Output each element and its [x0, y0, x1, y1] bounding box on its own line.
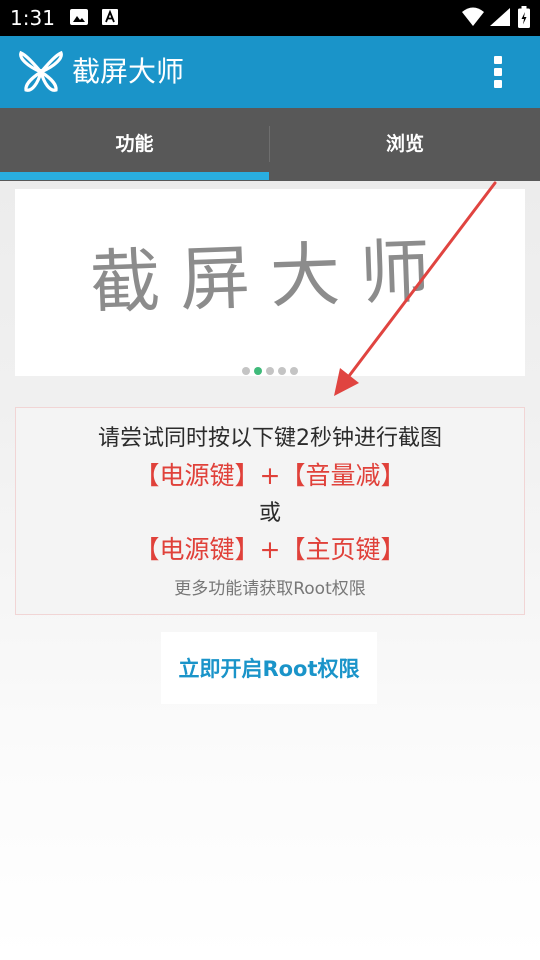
app-logo-icon [19, 50, 63, 92]
status-time: 1:31 [10, 6, 55, 30]
carousel-dot-active [254, 367, 262, 375]
signal-icon [490, 8, 510, 26]
instruction-card: 请尝试同时按以下键2秒钟进行截图 【电源键】+【音量减】 或 【电源键】+【主页… [15, 407, 525, 615]
carousel-dot [278, 367, 286, 375]
banner-text: 截屏大师 [88, 229, 452, 325]
tab-features[interactable]: 功能 [0, 108, 269, 181]
tab-bar: 功能 浏览 [0, 108, 540, 181]
text-a-icon [102, 9, 118, 25]
wifi-icon [462, 7, 484, 26]
carousel-dot [242, 367, 250, 375]
key-combo-power-volume-down: 【电源键】+【音量减】 [134, 461, 406, 490]
root-hint-text: 更多功能请获取Root权限 [174, 579, 366, 599]
carousel-dot [266, 367, 274, 375]
overflow-menu-icon[interactable] [486, 54, 510, 90]
tab-selected-indicator [0, 172, 269, 180]
or-text: 或 [258, 501, 281, 526]
tab-browse[interactable]: 浏览 [270, 108, 540, 181]
instruction-text: 请尝试同时按以下键2秒钟进行截图 [98, 426, 442, 451]
enable-root-button[interactable]: 立即开启Root权限 [161, 632, 377, 704]
app-bar: 截屏大师 [0, 36, 540, 108]
banner-carousel[interactable]: 截屏大师 [15, 189, 525, 376]
image-icon [70, 9, 88, 25]
status-bar: 1:31 [0, 0, 540, 36]
battery-icon [518, 6, 530, 28]
app-title: 截屏大师 [72, 55, 185, 88]
key-combo-power-home: 【电源键】+【主页键】 [134, 535, 406, 564]
carousel-dot [290, 367, 298, 375]
